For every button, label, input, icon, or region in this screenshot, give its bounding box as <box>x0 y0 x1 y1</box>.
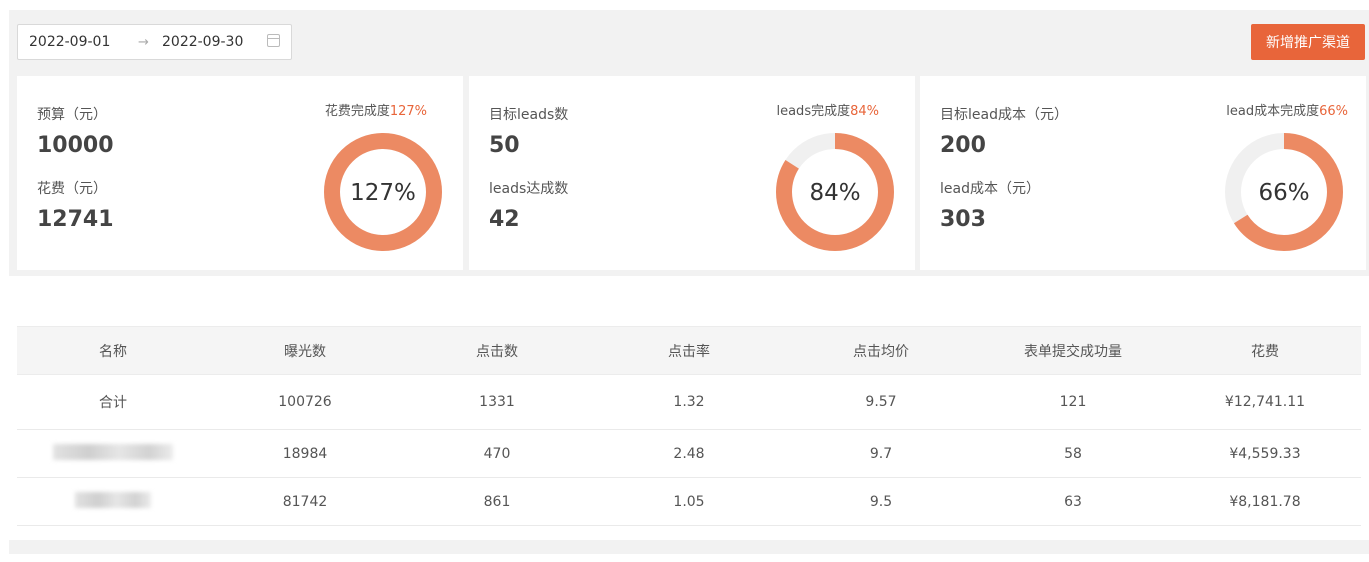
table-cell: 1331 <box>479 394 515 410</box>
table-cell: 100726 <box>278 394 332 410</box>
table-cell: 63 <box>1064 493 1082 510</box>
table-cell: 9.5 <box>869 493 893 510</box>
start-date-input[interactable]: 2022-09-01 <box>29 34 110 50</box>
col-header-clicks: 点击数 <box>476 343 518 360</box>
svg-text:66%: 66% <box>1258 180 1309 206</box>
date-range-picker[interactable]: 2022-09-01 → 2022-09-30 <box>17 24 292 60</box>
table-cell: 121 <box>1059 394 1087 410</box>
spend-value: 12741 <box>37 207 114 232</box>
table-cell: 81742 <box>282 493 328 510</box>
target-lead-cost-value: 200 <box>940 133 986 158</box>
table-cell: ¥4,559.33 <box>1229 445 1301 462</box>
budget-value: 10000 <box>37 133 114 158</box>
table-header: 名称 曝光数 点击数 点击率 点击均价 表单提交成功量 花费 <box>17 326 1361 375</box>
lead-cost-value: 303 <box>940 207 986 232</box>
table-cell: 1.32 <box>673 394 705 410</box>
add-channel-button[interactable]: 新增推广渠道 <box>1251 24 1365 60</box>
table-cell: 18984 <box>282 445 328 462</box>
lead-cost-card: 目标lead成本（元） 200 lead成本（元） 303 lead成本完成度6… <box>920 76 1366 270</box>
svg-text:127%: 127% <box>350 180 416 206</box>
target-lead-cost-label: 目标lead成本（元） <box>940 107 1068 123</box>
leads-achieved-label: leads达成数 <box>489 181 569 197</box>
ring-title: 花费完成度127% <box>324 104 427 119</box>
arrow-right-icon: → <box>138 34 149 50</box>
target-leads-value: 50 <box>489 133 520 158</box>
table-cell: 58 <box>1064 445 1082 462</box>
leads-completion-ring: 84% <box>776 133 894 251</box>
blurred-channel-name <box>17 491 209 512</box>
spend-completion-ring: 127% <box>324 133 442 251</box>
table-cell: 470 <box>483 445 511 462</box>
col-header-cpc: 点击均价 <box>853 343 909 360</box>
budget-label: 预算（元） <box>37 107 107 123</box>
svg-text:84%: 84% <box>809 180 860 206</box>
ring-title: leads完成度84% <box>776 104 879 119</box>
col-header-name: 名称 <box>99 343 127 360</box>
table-cell: 1.05 <box>673 493 705 510</box>
table-cell: 9.57 <box>865 394 897 410</box>
leads-card: 目标leads数 50 leads达成数 42 leads完成度84% 84% <box>469 76 915 270</box>
col-header-ctr: 点击率 <box>668 343 710 360</box>
table-cell: ¥8,181.78 <box>1229 493 1301 510</box>
channel-table: 名称 曝光数 点击数 点击率 点击均价 表单提交成功量 花费 合计 100726… <box>17 326 1361 526</box>
end-date-input[interactable]: 2022-09-30 <box>162 34 243 50</box>
budget-card: 预算（元） 10000 花费（元） 12741 花费完成度127% 127% <box>17 76 463 270</box>
table-cell: 861 <box>483 493 511 510</box>
leads-achieved-value: 42 <box>489 207 520 232</box>
spend-label: 花费（元） <box>37 181 107 197</box>
table-cell: 9.7 <box>869 445 893 462</box>
col-header-spend: 花费 <box>1251 343 1279 360</box>
calendar-icon[interactable] <box>267 34 280 47</box>
table-row: 81742 861 1.05 9.5 63 ¥8,181.78 <box>17 478 1361 526</box>
col-header-impressions: 曝光数 <box>284 343 326 360</box>
table-cell: 2.48 <box>673 445 705 462</box>
table-cell: ¥12,741.11 <box>1224 394 1306 410</box>
lead-cost-completion-ring: 66% <box>1225 133 1343 251</box>
table-cell: 合计 <box>99 395 127 411</box>
ring-title: lead成本完成度66% <box>1226 104 1348 119</box>
target-leads-label: 目标leads数 <box>489 107 569 123</box>
lead-cost-label: lead成本（元） <box>940 181 1040 197</box>
table-row-total: 合计 100726 1331 1.32 9.57 121 ¥12,741.11 <box>17 375 1361 430</box>
blurred-channel-name <box>17 443 209 464</box>
footer-strip <box>9 540 1369 554</box>
table-row: 18984 470 2.48 9.7 58 ¥4,559.33 <box>17 430 1361 478</box>
col-header-form-submits: 表单提交成功量 <box>1024 343 1122 360</box>
